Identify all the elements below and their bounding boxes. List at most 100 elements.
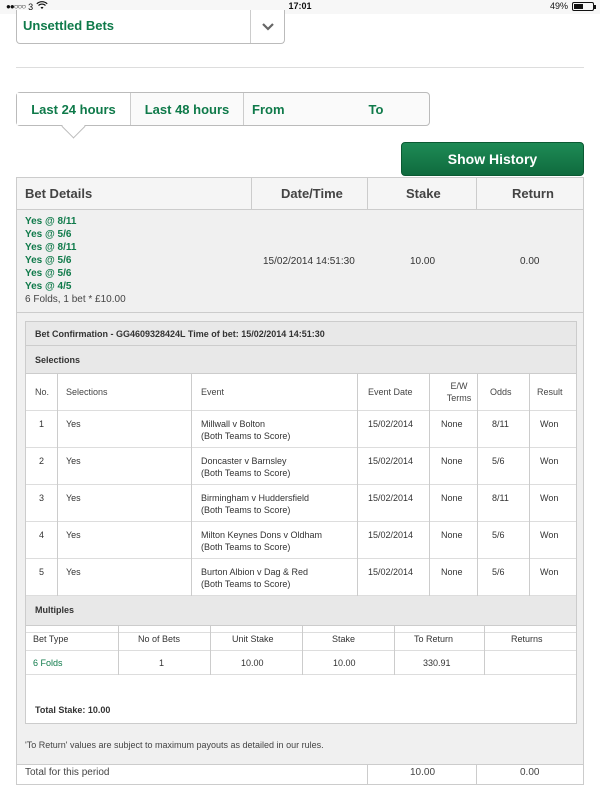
sel-market: (Both Teams to Score) xyxy=(201,542,291,552)
divider xyxy=(16,67,584,68)
col-no: No. xyxy=(35,387,50,397)
bets-panel: Bet Details Date/Time Stake Return Yes @… xyxy=(16,177,584,785)
sel-odds: 5/6 xyxy=(492,567,505,577)
header-date-time: Date/Time xyxy=(281,186,343,201)
sel-event: Doncaster v Barnsley xyxy=(201,456,287,466)
sel-market: (Both Teams to Score) xyxy=(201,505,291,515)
col-bet-type: Bet Type xyxy=(33,634,69,644)
column-divider xyxy=(429,374,430,596)
bet-summary: 6 Folds, 1 bet * £10.00 xyxy=(25,294,126,305)
selection-line: Yes @ 4/5 xyxy=(25,281,72,292)
bet-summary-row[interactable]: Yes @ 8/11 Yes @ 5/6 Yes @ 8/11 Yes @ 5/… xyxy=(17,210,583,313)
sel-result: Won xyxy=(540,456,559,466)
sel-market: (Both Teams to Score) xyxy=(201,431,291,441)
sel-result: Won xyxy=(540,567,559,577)
sel-no: 5 xyxy=(39,567,45,577)
header-stake: Stake xyxy=(406,186,441,201)
sel-market: (Both Teams to Score) xyxy=(201,468,291,478)
column-divider xyxy=(394,626,395,675)
column-divider xyxy=(476,764,477,784)
bet-stake: 10.00 xyxy=(410,256,436,267)
multiple-no-of-bets: 1 xyxy=(159,658,165,668)
chevron-down-icon[interactable] xyxy=(250,10,284,43)
col-returns: Returns xyxy=(511,634,543,644)
multiple-bet-type[interactable]: 6 Folds xyxy=(33,658,63,668)
column-divider xyxy=(118,626,119,675)
date-range-selector[interactable]: From To xyxy=(244,93,429,125)
sel-event: Birmingham v Huddersfield xyxy=(201,493,310,503)
header-return: Return xyxy=(512,186,554,201)
show-history-button[interactable]: Show History xyxy=(401,142,584,176)
from-label[interactable]: From xyxy=(252,102,285,117)
selection-line: Yes @ 5/6 xyxy=(25,229,72,240)
selection-row: 4 Yes Milton Keynes Dons v Oldham (Both Tea… xyxy=(26,522,576,559)
col-ew-terms: E/W Terms xyxy=(446,381,472,403)
column-divider xyxy=(210,626,211,675)
sel-result: Won xyxy=(540,530,559,540)
dropdown-selected-value: Unsettled Bets xyxy=(23,18,115,33)
multiple-unit-stake: 10.00 xyxy=(241,658,264,668)
bet-date-time: 15/02/2014 14:51:30 xyxy=(263,256,355,267)
total-stake: Total Stake: 10.00 xyxy=(35,705,111,715)
column-divider xyxy=(484,626,485,675)
period-total-row: Total for this period 10.00 0.00 xyxy=(17,764,583,783)
bet-return: 0.00 xyxy=(520,256,540,267)
sel-selection: Yes xyxy=(66,456,81,466)
payout-note: 'To Return' values are subject to maximu… xyxy=(25,740,324,750)
bet-status-dropdown[interactable]: Unsettled Bets xyxy=(16,10,285,44)
sel-no: 4 xyxy=(39,530,45,540)
sel-no: 3 xyxy=(39,493,45,503)
sel-odds: 8/11 xyxy=(492,493,509,503)
col-no-of-bets: No of Bets xyxy=(138,634,181,644)
sel-no: 1 xyxy=(39,419,45,429)
sel-selection: Yes xyxy=(66,530,81,540)
sel-selection: Yes xyxy=(66,493,81,503)
col-selections: Selections xyxy=(66,387,108,397)
column-divider xyxy=(191,374,192,596)
sel-odds: 5/6 xyxy=(492,456,505,466)
tab-last-48-hours[interactable]: Last 48 hours xyxy=(131,93,244,125)
to-label[interactable]: To xyxy=(369,102,384,117)
col-event-date: Event Date xyxy=(368,387,413,397)
multiples-section-title: Multiples xyxy=(26,596,576,626)
sel-ew-terms: None xyxy=(441,419,463,429)
multiples-row: 6 Folds 1 10.00 10.00 330.91 xyxy=(26,651,576,675)
multiple-stake: 10.00 xyxy=(333,658,356,668)
sel-no: 2 xyxy=(39,456,45,466)
column-divider xyxy=(57,374,58,596)
multiple-to-return: 330.91 xyxy=(423,658,451,668)
bet-confirmation-header: Bet Confirmation - GG4609328424L Time of… xyxy=(26,322,576,346)
selection-row: 2 Yes Doncaster v Barnsley (Both Teams to S… xyxy=(26,448,576,485)
sel-event-date: 15/02/2014 xyxy=(368,419,414,429)
sel-event: Burton Albion v Dag & Red xyxy=(201,567,309,577)
sel-ew-terms: None xyxy=(441,493,463,503)
tab-last-24-hours[interactable]: Last 24 hours xyxy=(17,93,131,125)
period-total-label: Total for this period xyxy=(25,767,110,778)
sel-event-date: 15/02/2014 xyxy=(368,567,414,577)
selection-row: 1 Yes Millwall v Bolton (Both Teams to Scor… xyxy=(26,411,576,448)
battery-icon xyxy=(572,1,596,11)
bet-confirmation-box: Bet Confirmation - GG4609328424L Time of… xyxy=(25,321,577,724)
sel-market: (Both Teams to Score) xyxy=(201,579,291,589)
sel-result: Won xyxy=(540,419,559,429)
col-odds: Odds xyxy=(490,387,512,397)
sel-selection: Yes xyxy=(66,567,81,577)
sel-ew-terms: None xyxy=(441,567,463,577)
selection-line: Yes @ 8/11 xyxy=(25,216,77,227)
column-divider xyxy=(529,374,530,596)
column-divider xyxy=(357,374,358,596)
sel-event: Millwall v Bolton xyxy=(201,419,266,429)
selection-row: 3 Yes Birmingham v Huddersfield (Both Teams… xyxy=(26,485,576,522)
bets-table-header: Bet Details Date/Time Stake Return xyxy=(17,178,583,210)
sel-ew-terms: None xyxy=(441,456,463,466)
bet-confirmation-panel: Bet Confirmation - GG4609328424L Time of… xyxy=(17,313,583,765)
selections-table-header: No. Selections Event Event Date E/W Term… xyxy=(26,374,576,411)
column-divider xyxy=(477,374,478,596)
sel-event-date: 15/02/2014 xyxy=(368,493,414,503)
sel-odds: 8/11 xyxy=(492,419,509,429)
date-filter-tabs: Last 24 hours Last 48 hours From To xyxy=(16,92,430,126)
col-result: Result xyxy=(537,387,563,397)
multiples-table-header: Bet Type No of Bets Unit Stake Stake To … xyxy=(26,626,576,651)
sel-odds: 5/6 xyxy=(492,530,505,540)
sel-event-date: 15/02/2014 xyxy=(368,530,414,540)
